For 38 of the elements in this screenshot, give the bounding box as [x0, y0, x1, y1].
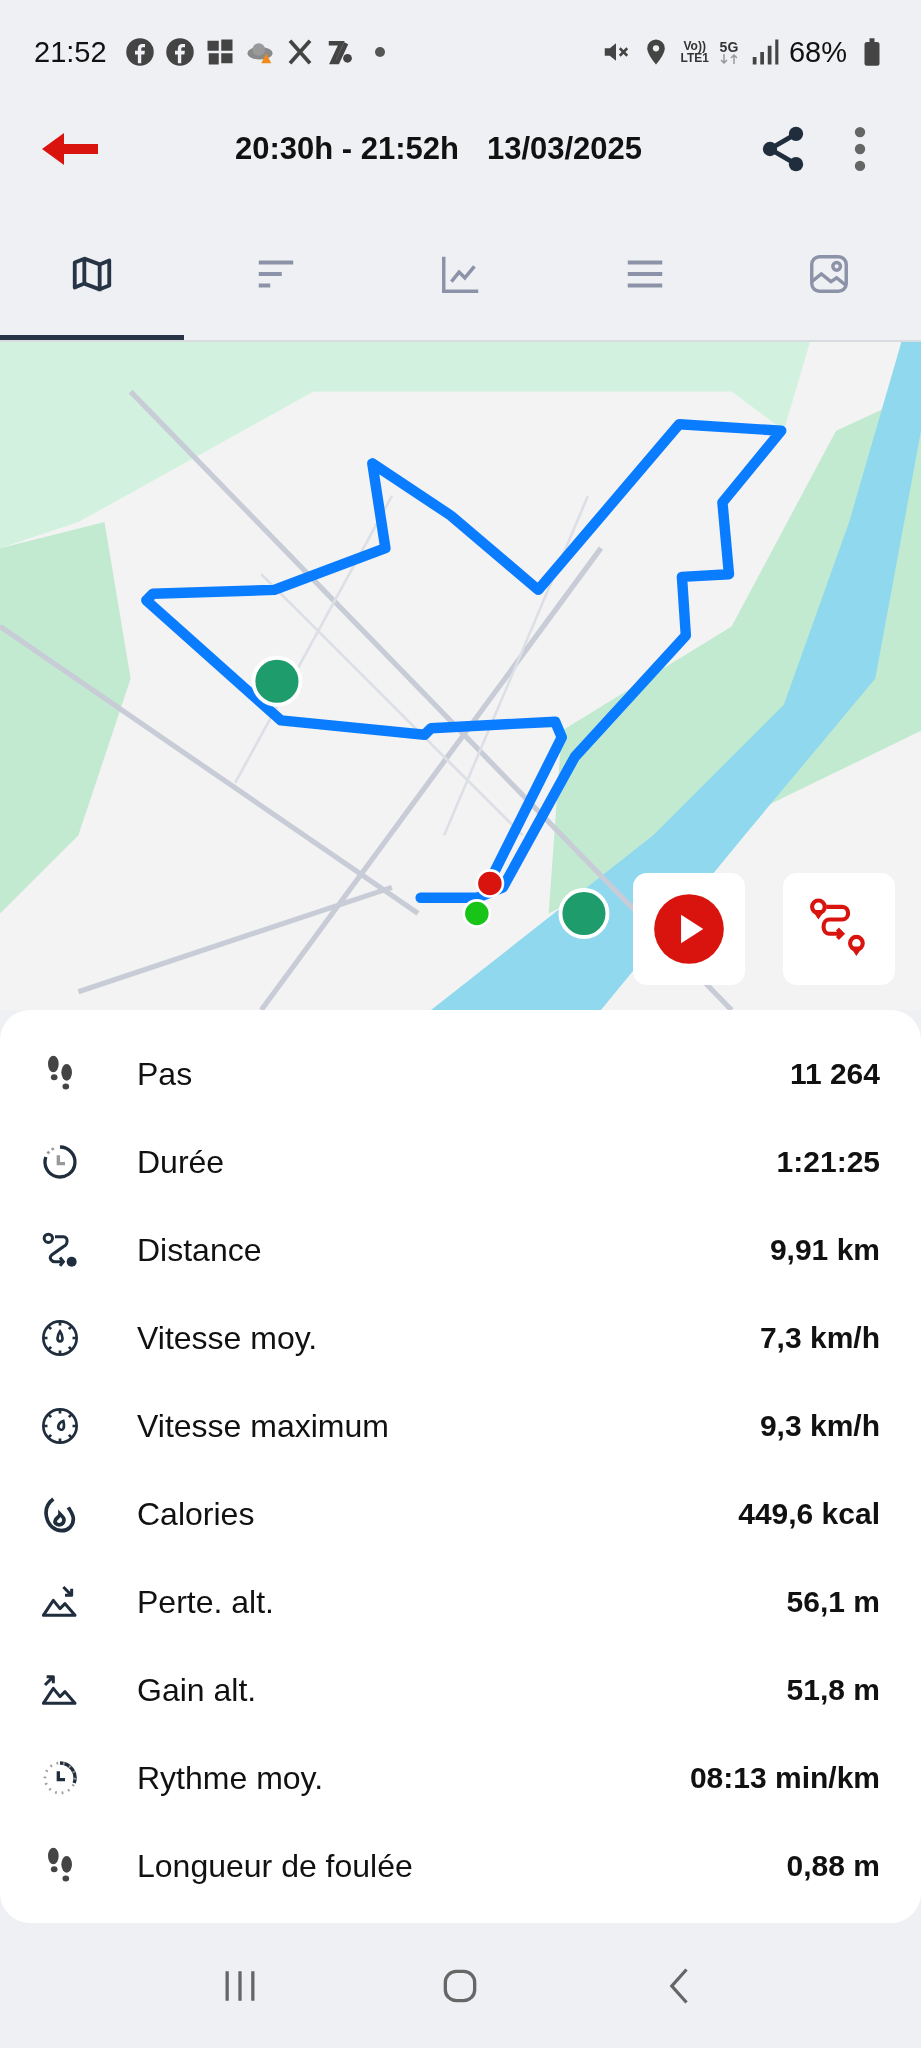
stat-label: Rythme moy.	[137, 1759, 325, 1797]
stat-value: 0,88 m	[786, 1849, 880, 1883]
battery-percentage: 68%	[788, 35, 847, 69]
data-arrows-icon	[718, 54, 739, 64]
stat-value: 08:13 min/km	[689, 1761, 880, 1795]
stat-value: 11 264	[789, 1057, 880, 1091]
volte-label: Vo))	[683, 40, 706, 52]
more-notifications-icon	[374, 47, 385, 57]
clock: 21:52	[34, 35, 107, 69]
speedometer-icon	[40, 1406, 80, 1446]
stat-value: 449,6 kcal	[738, 1497, 880, 1531]
timer-icon	[40, 1142, 80, 1182]
play-button[interactable]	[633, 873, 745, 985]
route-icon	[40, 1230, 80, 1270]
stat-label: Longueur de foulée	[137, 1847, 414, 1885]
stat-label: Perte. alt.	[137, 1583, 275, 1621]
stat-value: 56,1 m	[786, 1585, 880, 1619]
network-label: 5G	[719, 40, 739, 54]
facebook-icon	[124, 37, 155, 67]
stat-label: Durée	[137, 1143, 226, 1181]
play-icon	[651, 891, 727, 967]
stat-value: 1:21:25	[776, 1145, 880, 1179]
date: 13/03/2025	[486, 131, 643, 167]
route-button[interactable]	[783, 873, 895, 985]
stat-label: Pas	[137, 1055, 194, 1093]
stat-label: Distance	[137, 1231, 263, 1269]
stat-label: Vitesse moy.	[137, 1319, 319, 1357]
stat-value: 51,8 m	[786, 1673, 880, 1707]
stat-label: Calories	[137, 1495, 256, 1533]
volte-label: LTE1	[680, 52, 709, 64]
stat-value: 9,91 km	[769, 1233, 880, 1267]
stat-label: Vitesse maximum	[137, 1407, 390, 1445]
time-range: 20:30h - 21:52h	[234, 131, 459, 167]
stat-value: 9,3 km/h	[759, 1409, 880, 1443]
stat-label: Gain alt.	[137, 1671, 258, 1709]
speedometer-icon	[40, 1318, 80, 1358]
stat-value: 7,3 km/h	[759, 1321, 880, 1355]
facebook-icon	[164, 37, 195, 67]
